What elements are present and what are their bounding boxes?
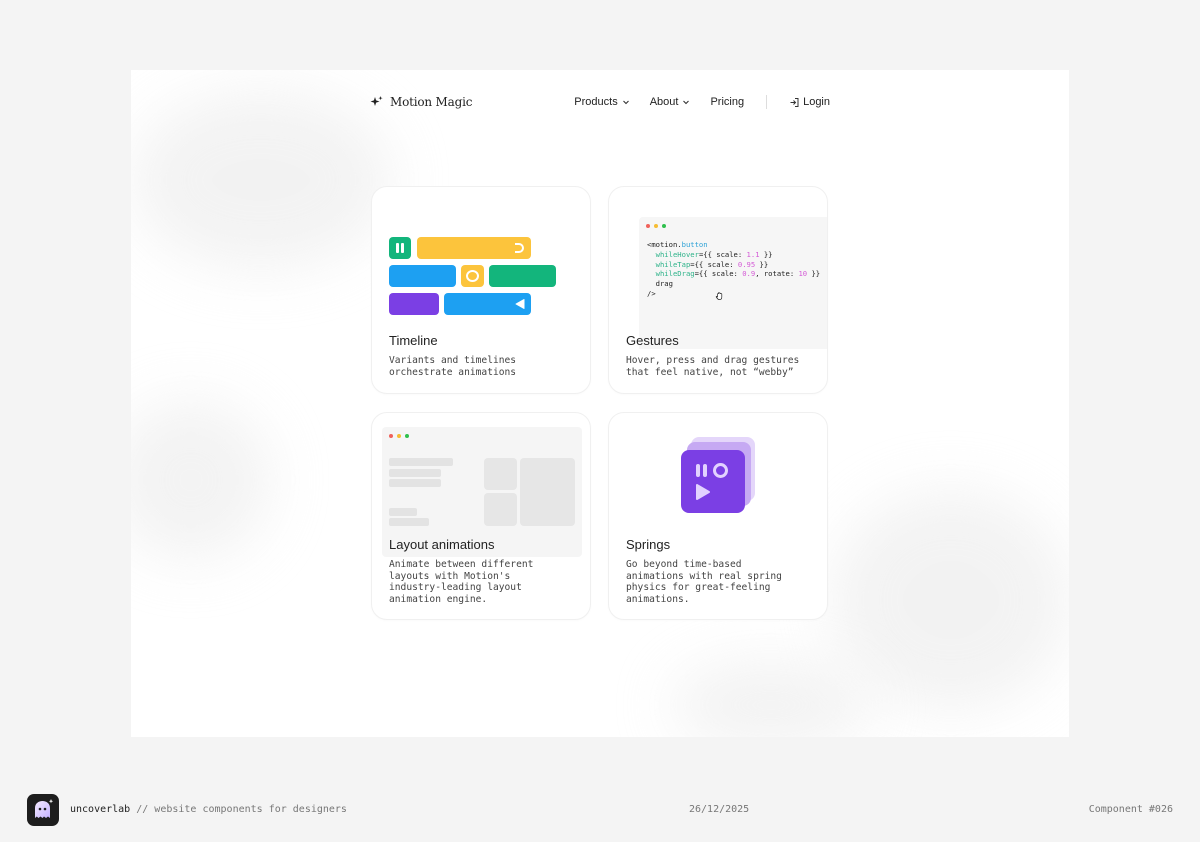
nav-about[interactable]: About — [650, 96, 691, 108]
chevron-down-icon — [683, 100, 690, 105]
nav-products[interactable]: Products — [574, 96, 629, 108]
placeholder-line — [389, 518, 429, 526]
bg-blur — [671, 660, 871, 737]
timeline-bar-yellow — [417, 237, 531, 259]
nav-products-label: Products — [574, 96, 618, 108]
bg-blur — [831, 490, 1069, 710]
ghost-icon — [35, 799, 54, 818]
card-title: Timeline — [389, 333, 438, 348]
spring-player-tile — [681, 450, 745, 513]
card-title: Springs — [626, 537, 671, 552]
card-description: Go beyond time-based animations with rea… — [626, 559, 782, 605]
pause-track-block — [389, 237, 411, 259]
placeholder-block — [520, 458, 575, 526]
top-nav: Motion Magic Products About Pricing Logi… — [370, 92, 830, 112]
card-description: Variants and timelines orchestrate anima… — [389, 355, 517, 378]
sparkle-icon — [370, 96, 383, 106]
triangle-icon — [515, 299, 525, 309]
footer-tagline: // website components for designers — [130, 804, 347, 815]
ghost-logo — [27, 794, 59, 826]
timeline-bar-blue-2 — [444, 293, 531, 315]
card-description: Hover, press and drag gestures that feel… — [626, 355, 800, 378]
nav-divider — [766, 95, 768, 109]
springs-card[interactable]: Springs Go beyond time-based animations … — [608, 412, 828, 620]
nav-pricing[interactable]: Pricing — [710, 96, 744, 108]
timeline-card[interactable]: Timeline Variants and timelines orchestr… — [371, 186, 591, 394]
nav-about-label: About — [649, 96, 679, 108]
chevron-down-icon — [622, 100, 629, 105]
placeholder-block — [484, 493, 517, 526]
footer-component-id: Component #026 — [1088, 804, 1173, 815]
card-title: Layout animations — [389, 537, 495, 552]
timeline-bar-green — [489, 265, 556, 287]
bg-blur — [131, 400, 271, 560]
nav-pricing-label: Pricing — [710, 96, 745, 108]
timeline-bar-purple — [389, 293, 439, 315]
login-icon — [790, 97, 799, 107]
placeholder-line — [389, 469, 441, 477]
code-snippet: <motion.button whileHover={{ scale: 1.1 … — [647, 240, 821, 298]
login-button[interactable]: Login — [789, 96, 830, 108]
nav-menu: Products About Pricing Login — [574, 95, 830, 109]
footer-brand: uncoverlab // website components for des… — [70, 804, 347, 815]
window-dots — [646, 224, 666, 228]
brand[interactable]: Motion Magic — [370, 95, 472, 109]
card-description: Animate between different layouts with M… — [389, 559, 534, 605]
footer-brand-name: uncoverlab — [70, 804, 131, 815]
window-dots — [389, 434, 409, 438]
timeline-circle-block — [461, 265, 484, 287]
login-label: Login — [803, 96, 830, 108]
placeholder-line — [389, 458, 453, 466]
placeholder-line — [389, 479, 441, 487]
placeholder-block — [484, 458, 517, 490]
gestures-card[interactable]: <motion.button whileHover={{ scale: 1.1 … — [608, 186, 828, 394]
hand-cursor-icon — [715, 292, 723, 300]
placeholder-line — [389, 508, 417, 516]
footer: uncoverlab // website components for des… — [0, 794, 1200, 826]
bg-blur — [131, 90, 391, 270]
card-title: Gestures — [626, 333, 679, 348]
timeline-bar-blue — [389, 265, 456, 287]
brand-name: Motion Magic — [390, 95, 473, 109]
layout-animations-card[interactable]: Layout animations Animate between differ… — [371, 412, 591, 620]
code-window: <motion.button whileHover={{ scale: 1.1 … — [639, 217, 827, 349]
play-icon — [696, 484, 710, 500]
page-canvas: Motion Magic Products About Pricing Logi… — [131, 70, 1069, 737]
footer-date: 26/12/2025 — [689, 804, 750, 815]
